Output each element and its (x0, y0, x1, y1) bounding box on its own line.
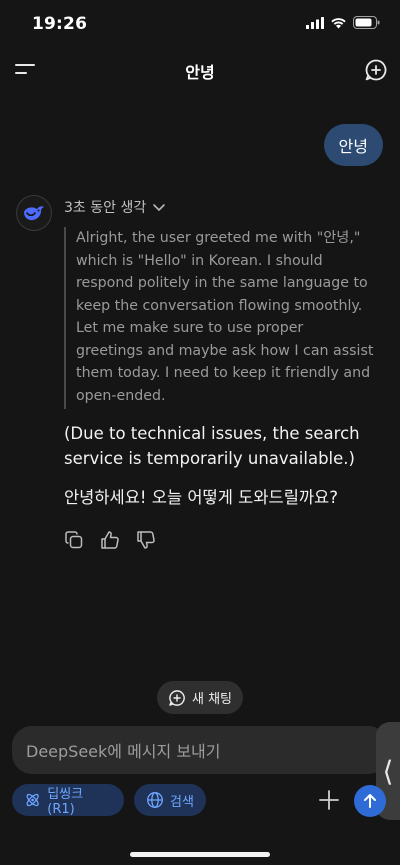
dislike-button[interactable] (136, 530, 156, 550)
floating-new-chat-button[interactable]: 새 채팅 (157, 681, 243, 714)
battery-icon (353, 16, 380, 29)
atom-icon (26, 793, 39, 807)
plus-icon (319, 790, 339, 810)
arrow-up-icon (364, 794, 376, 808)
message-input-placeholder: DeepSeek에 메시지 보내기 (26, 742, 221, 761)
send-button[interactable] (354, 785, 386, 817)
search-toggle[interactable]: 검색 (134, 784, 206, 816)
handle-chevron-icon: ⟨ (382, 754, 394, 788)
thumbs-up-icon (101, 531, 119, 549)
user-message-bubble: 안녕 (323, 124, 383, 166)
search-label: 검색 (170, 794, 194, 810)
wifi-icon (331, 17, 346, 28)
status-bar: 19:26 (0, 0, 400, 50)
page-title: 안녕 (185, 63, 215, 82)
deepthink-label: 딥씽크 (R1) (47, 787, 84, 817)
app-header: 안녕 (0, 50, 400, 92)
deepthink-toggle[interactable]: 딥씽크 (R1) (12, 784, 124, 817)
thumbs-down-icon (137, 531, 155, 549)
home-indicator (130, 852, 270, 857)
cellular-signal-icon (306, 16, 324, 29)
response-reply: 안녕하세요! 오늘 어떻게 도와드릴까요? (64, 488, 338, 507)
thinking-text: Alright, the user greeted me with "안녕," … (76, 230, 374, 404)
new-chat-icon (169, 689, 185, 706)
message-input[interactable]: DeepSeek에 메시지 보내기 (12, 726, 388, 774)
attach-button[interactable] (318, 789, 340, 811)
status-icons (306, 16, 380, 29)
response-notice: (Due to technical issues, the search ser… (64, 424, 360, 468)
status-time: 19:26 (32, 14, 88, 34)
new-chat-label: 새 채팅 (191, 692, 232, 707)
thinking-toggle[interactable]: 3초 동안 생각 (64, 197, 166, 217)
new-chat-icon (365, 59, 387, 81)
assistant-response: (Due to technical issues, the search ser… (64, 421, 384, 524)
globe-icon (147, 792, 163, 808)
copy-icon (65, 531, 83, 549)
new-chat-button[interactable] (364, 58, 388, 82)
assistant-avatar (16, 195, 52, 231)
message-actions (64, 530, 156, 550)
like-button[interactable] (100, 530, 120, 550)
copy-button[interactable] (64, 530, 84, 550)
thinking-block: Alright, the user greeted me with "안녕," … (64, 227, 374, 409)
deepseek-whale-logo-icon (24, 206, 44, 221)
thinking-label: 3초 동안 생각 (64, 200, 147, 216)
chevron-down-icon (153, 204, 166, 211)
